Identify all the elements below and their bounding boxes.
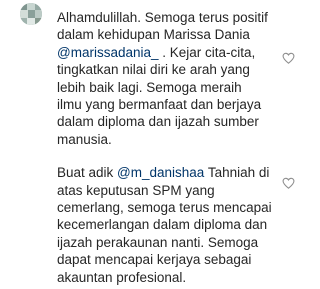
comment-line-text: Tahniah di (204, 165, 270, 181)
mention-link[interactable]: @marissadania_ (57, 45, 159, 60)
mention-link[interactable]: @m_danishaa (117, 165, 204, 180)
comment-line: dalam diploma dan ijazah sumber (57, 114, 259, 130)
comment-line-text: Buat adik (57, 165, 118, 181)
comment-line: atas keputusan SPM yang (57, 182, 215, 198)
comment-line: manusia. (57, 131, 112, 147)
comment-line-text: . Kejar cita-cita, (158, 44, 256, 60)
comment-line: kecemerlangan dalam diploma dan (57, 217, 268, 233)
comment-text: Alhamdulillah. Semoga terus positif dala… (57, 9, 289, 286)
comment: Alhamdulillah. Semoga terus positif dala… (0, 0, 300, 289)
comment-line: tingkatkan nilai diri ke arah yang (57, 62, 250, 78)
comment-line: dapat mencapai kerjaya sebagai (57, 252, 252, 268)
comment-line: ijazah perakaunan nanti. Semoga (57, 234, 259, 250)
heart-outline-icon[interactable] (282, 51, 295, 64)
comment-line: lebih baik lagi. Semoga meraih (57, 79, 242, 95)
avatar[interactable] (20, 3, 42, 25)
avatar-image (20, 3, 42, 25)
comment-line: akauntan profesional. (57, 269, 187, 285)
comment-line: dalam kehidupan Marissa Dania (57, 27, 250, 43)
heart-outline-icon[interactable] (282, 176, 295, 189)
comment-line: @marissadania_ . Kejar cita-cita, (57, 44, 289, 61)
comment-line: Alhamdulillah. Semoga terus positif (57, 10, 268, 25)
comment-line: cemerlang, semoga terus mencapai (57, 200, 272, 216)
comment-line: ilmu yang bermanfaat dan berjaya (57, 97, 262, 113)
comment-line: Buat adik @m_danishaa Tahniah di (57, 164, 289, 181)
